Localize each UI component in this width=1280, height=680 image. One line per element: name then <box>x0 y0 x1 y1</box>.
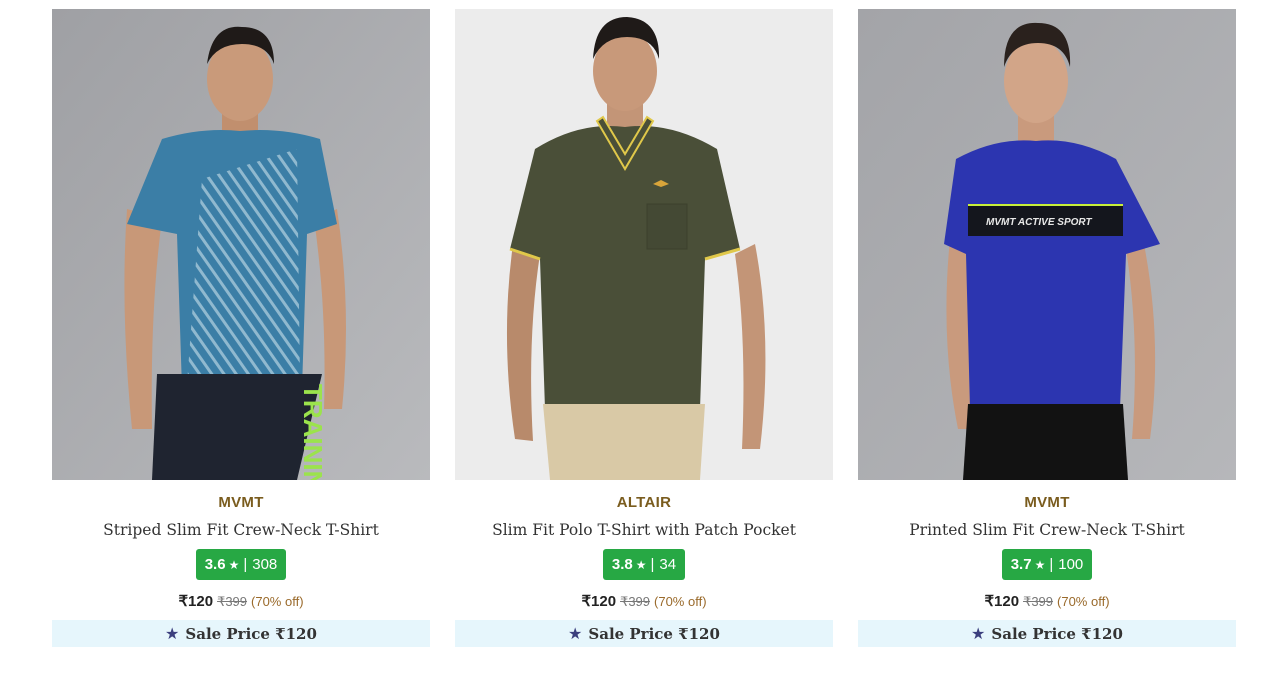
sale-price-banner: ★ Sale Price ₹120 <box>455 620 833 647</box>
sale-price-label: Sale Price ₹120 <box>588 624 720 643</box>
svg-text:MVMT ACTIVE SPORT: MVMT ACTIVE SPORT <box>986 217 1092 228</box>
product-card[interactable]: TRAINING MVMT Striped Slim Fit Crew-Neck… <box>52 9 430 647</box>
star-icon: ★ <box>1034 557 1046 572</box>
original-price: ₹399 <box>217 594 248 609</box>
product-image[interactable]: MVMT ACTIVE SPORT <box>858 9 1236 480</box>
rating-separator: | <box>1049 556 1054 573</box>
sale-price-label: Sale Price ₹120 <box>185 624 317 643</box>
review-count: 308 <box>252 556 278 573</box>
selling-price: ₹120 <box>178 593 214 610</box>
price-row: ₹120 ₹399 (70% off) <box>581 593 706 611</box>
review-count: 34 <box>659 556 677 573</box>
product-name[interactable]: Slim Fit Polo T-Shirt with Patch Pocket <box>492 520 796 540</box>
star-icon: ★ <box>165 624 180 643</box>
rating-score: 3.6 <box>204 556 226 573</box>
sale-price-banner: ★ Sale Price ₹120 <box>858 620 1236 647</box>
product-card[interactable]: MVMT ACTIVE SPORT MVMT Printed Slim Fit … <box>858 9 1236 647</box>
original-price: ₹399 <box>1023 594 1054 609</box>
model-polo-tshirt-image <box>455 9 833 480</box>
star-icon: ★ <box>568 624 583 643</box>
discount-percent: (70% off) <box>251 594 304 609</box>
product-brand[interactable]: MVMT <box>1024 494 1069 512</box>
star-icon: ★ <box>228 557 240 572</box>
product-name[interactable]: Printed Slim Fit Crew-Neck T-Shirt <box>909 520 1185 540</box>
rating-separator: | <box>243 556 248 573</box>
discount-percent: (70% off) <box>1057 594 1110 609</box>
rating-badge: 3.6 ★ | 308 <box>195 549 287 580</box>
selling-price: ₹120 <box>581 593 617 610</box>
product-image[interactable]: TRAINING <box>52 9 430 480</box>
review-count: 100 <box>1058 556 1084 573</box>
product-grid: TRAINING MVMT Striped Slim Fit Crew-Neck… <box>52 9 1236 647</box>
product-name[interactable]: Striped Slim Fit Crew-Neck T-Shirt <box>103 520 379 540</box>
rating-score: 3.8 <box>611 556 633 573</box>
price-row: ₹120 ₹399 (70% off) <box>178 593 303 611</box>
rating-badge: 3.7 ★ | 100 <box>1001 549 1093 580</box>
product-image[interactable] <box>455 9 833 480</box>
sale-price-label: Sale Price ₹120 <box>991 624 1123 643</box>
rating-badge: 3.8 ★ | 34 <box>602 549 686 580</box>
star-icon: ★ <box>971 624 986 643</box>
sale-price-banner: ★ Sale Price ₹120 <box>52 620 430 647</box>
product-card[interactable]: ALTAIR Slim Fit Polo T-Shirt with Patch … <box>455 9 833 647</box>
product-brand[interactable]: MVMT <box>218 494 263 512</box>
discount-percent: (70% off) <box>654 594 707 609</box>
rating-separator: | <box>650 556 655 573</box>
rating-score: 3.7 <box>1010 556 1032 573</box>
model-striped-tshirt-image: TRAINING <box>52 9 430 480</box>
model-printed-tshirt-image: MVMT ACTIVE SPORT <box>858 9 1236 480</box>
selling-price: ₹120 <box>984 593 1020 610</box>
price-row: ₹120 ₹399 (70% off) <box>984 593 1109 611</box>
star-icon: ★ <box>635 557 647 572</box>
product-brand[interactable]: ALTAIR <box>617 494 672 512</box>
original-price: ₹399 <box>620 594 651 609</box>
svg-text:TRAINING: TRAINING <box>298 384 328 480</box>
